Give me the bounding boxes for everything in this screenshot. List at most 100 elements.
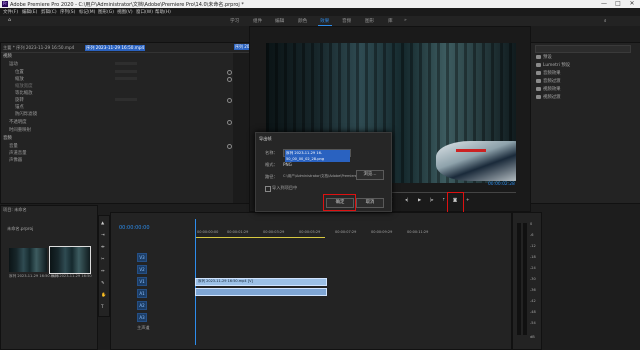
ec-row-uniform-scale[interactable]: 等比缩放	[15, 90, 33, 96]
clip-thumbnail-2[interactable]	[49, 246, 91, 274]
workspace-effects[interactable]: 效果	[320, 18, 329, 24]
meter-label: -42	[530, 299, 536, 303]
ec-row-position[interactable]: 位置	[15, 69, 24, 75]
timeline-timecode[interactable]: 00:00:00:00	[119, 225, 150, 231]
meter-label: -30	[530, 277, 536, 281]
workspace-more-icon[interactable]: »	[404, 18, 407, 23]
reset-icon[interactable]	[227, 120, 232, 125]
menu-window[interactable]: 窗口(W)	[136, 9, 153, 15]
close-button[interactable]: ✕	[626, 0, 638, 8]
program-timecode[interactable]: 00:00:02:28	[488, 182, 515, 187]
workspace-graphics[interactable]: 图形	[365, 18, 374, 24]
ec-row-motion[interactable]: 运动	[9, 61, 18, 67]
ec-row-anchor[interactable]: 锚点	[15, 104, 24, 110]
reset-icon[interactable]	[227, 98, 232, 103]
name-input[interactable]: 序列 2023-11-29 16-50_00_00_02_28.png	[283, 149, 351, 162]
effects-tree-presets[interactable]: 预设	[543, 54, 552, 60]
ec-row-audio: 音频	[3, 136, 12, 141]
effects-search-input[interactable]	[535, 45, 631, 53]
import-checkbox[interactable]	[265, 186, 271, 192]
ec-row-rotation[interactable]: 旋转	[15, 97, 24, 103]
window-title: Adobe Premiere Pro 2020 - C:\用户\Administ…	[10, 2, 244, 8]
selection-tool-icon[interactable]: ▲	[101, 220, 104, 225]
meter-label: -48	[530, 310, 536, 314]
workspace-color[interactable]: 颜色	[298, 18, 307, 24]
reset-icon[interactable]	[227, 144, 232, 149]
track-a1[interactable]: A1	[137, 289, 147, 298]
workspace-libraries[interactable]: 库	[388, 18, 393, 24]
minimize-button[interactable]: —	[598, 0, 610, 8]
effects-tree-video-transitions[interactable]: 视频过渡	[543, 94, 561, 100]
ec-row-antiflicker[interactable]: 防闪烁滤镜	[15, 111, 37, 117]
cancel-button[interactable]: 取消	[356, 198, 384, 208]
add-button-icon[interactable]: +	[466, 197, 470, 202]
pen-tool-icon[interactable]: ✎	[101, 280, 105, 285]
format-label: 格式：	[265, 162, 278, 167]
ec-row-scale-width[interactable]: 缩放宽度	[15, 83, 33, 89]
audio-clip[interactable]	[195, 288, 327, 296]
menu-help[interactable]: 帮助(H)	[155, 9, 171, 15]
track-select-icon[interactable]: ⇥	[101, 232, 105, 237]
mini-timeline	[233, 53, 249, 203]
razor-tool-icon[interactable]: ✂	[101, 256, 105, 261]
menu-clip[interactable]: 剪辑(C)	[41, 9, 57, 15]
ec-value-bar	[115, 77, 137, 80]
work-area-bar[interactable]	[195, 237, 325, 238]
browse-button[interactable]: 浏览...	[356, 170, 384, 180]
workspace-learn[interactable]: 学习	[230, 18, 239, 24]
ripple-edit-icon[interactable]: ⇹	[101, 244, 105, 249]
folder-icon	[536, 55, 541, 59]
workspace-assembly[interactable]: 组件	[253, 18, 262, 24]
hand-tool-icon[interactable]: ✋	[101, 292, 106, 298]
menu-edit[interactable]: 编辑(E)	[22, 9, 37, 15]
workspace-audio[interactable]: 音频	[342, 18, 351, 24]
video-clip-label: 序列 2023-11-29 16:50.mp4 [V]	[198, 279, 253, 283]
source-tab[interactable]: 主要 * 序列 2023-11-29 16:50.mp4	[3, 45, 74, 51]
workspace-editing[interactable]: 编辑	[275, 18, 284, 24]
step-forward-icon[interactable]: |▸	[430, 197, 434, 202]
reset-icon[interactable]	[227, 77, 232, 82]
effects-tree-audio-transitions[interactable]: 音频过渡	[543, 78, 561, 84]
lift-icon[interactable]: ⇡	[442, 197, 446, 202]
audio-meter-left	[517, 223, 521, 335]
track-v3[interactable]: V3	[137, 253, 147, 262]
ruler-tick-6: 00:00:11:29	[407, 230, 429, 234]
project-title[interactable]: 项目: 未命名	[3, 207, 27, 213]
clip-name-2[interactable]: 序列 2023-11-29 16:50	[51, 274, 92, 279]
menu-marker[interactable]: 标记(M)	[79, 9, 95, 15]
home-icon[interactable]: ⌂	[8, 18, 11, 23]
type-tool-icon[interactable]: T	[101, 304, 104, 309]
menu-file[interactable]: 文件(F)	[3, 9, 18, 15]
video-clip[interactable]: 序列 2023-11-29 16:50.mp4 [V]	[195, 278, 327, 286]
track-a3[interactable]: A3	[137, 313, 147, 322]
effects-tree-audio-effects[interactable]: 音频效果	[543, 70, 561, 76]
format-select[interactable]: PNG	[283, 162, 292, 167]
search-icon[interactable]: ⌕	[604, 18, 607, 24]
ec-value-bar	[115, 98, 137, 101]
play-icon[interactable]: ▶	[418, 197, 421, 202]
track-a2[interactable]: A2	[137, 301, 147, 310]
audio-meter-panel: 0 -6 -12 -18 -24 -30 -36 -42 -48 -54 dB	[512, 212, 542, 350]
effects-tree-lumetri[interactable]: Lumetri 预设	[543, 62, 570, 68]
ec-row-scale[interactable]: 缩放	[15, 76, 24, 82]
folder-icon	[536, 79, 541, 83]
ec-row-volume[interactable]: 音量	[9, 143, 18, 149]
menu-view[interactable]: 视图(V)	[117, 9, 133, 15]
ec-row-channel-volume[interactable]: 声道音量	[9, 150, 27, 156]
track-v2[interactable]: V2	[137, 265, 147, 274]
reset-icon[interactable]	[227, 70, 232, 75]
sequence-tab[interactable]: 序列 2023-11-29 16:50.mp4	[85, 45, 146, 51]
ec-row-panner[interactable]: 声像器	[9, 157, 22, 163]
ok-button-highlight	[323, 194, 356, 211]
effects-tree-video-effects[interactable]: 视频效果	[543, 86, 561, 92]
menu-graphics[interactable]: 图形(G)	[98, 9, 114, 15]
slip-tool-icon[interactable]: ↔	[101, 268, 105, 273]
menu-sequence[interactable]: 序列(S)	[60, 9, 75, 15]
ec-row-opacity[interactable]: 不透明度	[9, 119, 27, 125]
track-v1[interactable]: V1	[137, 277, 147, 286]
maximize-button[interactable]: □	[612, 0, 624, 8]
ec-row-time-remap[interactable]: 时间重映射	[9, 127, 31, 133]
clip-thumbnail-1[interactable]	[9, 248, 47, 272]
step-back-icon[interactable]: ◂|	[405, 197, 409, 202]
ec-value-bar	[115, 70, 137, 73]
